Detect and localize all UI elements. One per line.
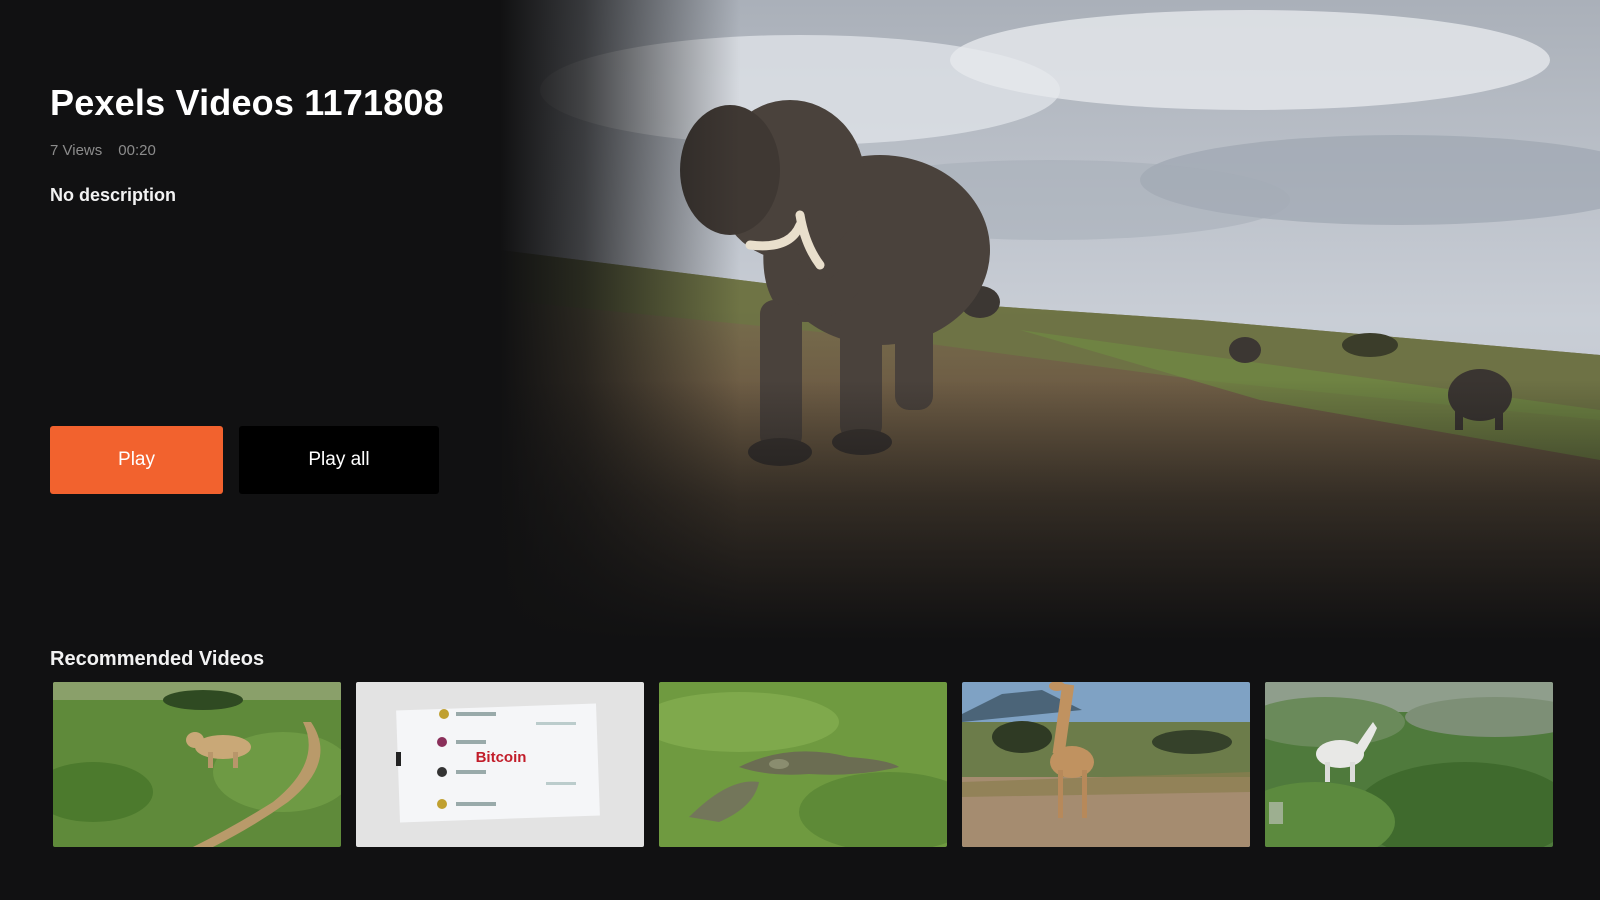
video-meta: 7 Views 00:20 <box>50 142 490 159</box>
giraffe-thumbnail <box>962 682 1250 847</box>
white-horse-thumbnail <box>1265 682 1553 847</box>
play-all-button[interactable]: Play all <box>239 426 439 494</box>
video-duration: 00:20 <box>118 142 156 159</box>
recommended-row: Bitcoin <box>53 682 1553 847</box>
view-count: 7 Views <box>50 142 103 159</box>
video-info-panel: Pexels Videos 1171808 7 Views 00:20 No d… <box>50 78 490 206</box>
action-buttons: Play Play all <box>50 426 439 494</box>
recommended-heading: Recommended Videos <box>50 648 265 670</box>
play-button[interactable]: Play <box>50 426 223 494</box>
crocodile-thumbnail <box>659 682 947 847</box>
video-card-bitcoin[interactable]: Bitcoin <box>356 682 644 847</box>
bitcoin-thumbnail: Bitcoin <box>356 682 644 847</box>
lioness-thumbnail <box>53 682 341 847</box>
video-description: No description <box>50 185 177 205</box>
video-card-lioness[interactable] <box>53 682 341 847</box>
bitcoin-overlay-text: Bitcoin <box>476 749 527 766</box>
video-card-crocodile[interactable] <box>659 682 947 847</box>
video-card-white-horse[interactable] <box>1265 682 1553 847</box>
hero-backdrop-image <box>500 0 1600 640</box>
video-title: Pexels Videos 1171808 <box>50 82 444 123</box>
video-card-giraffe[interactable] <box>962 682 1250 847</box>
